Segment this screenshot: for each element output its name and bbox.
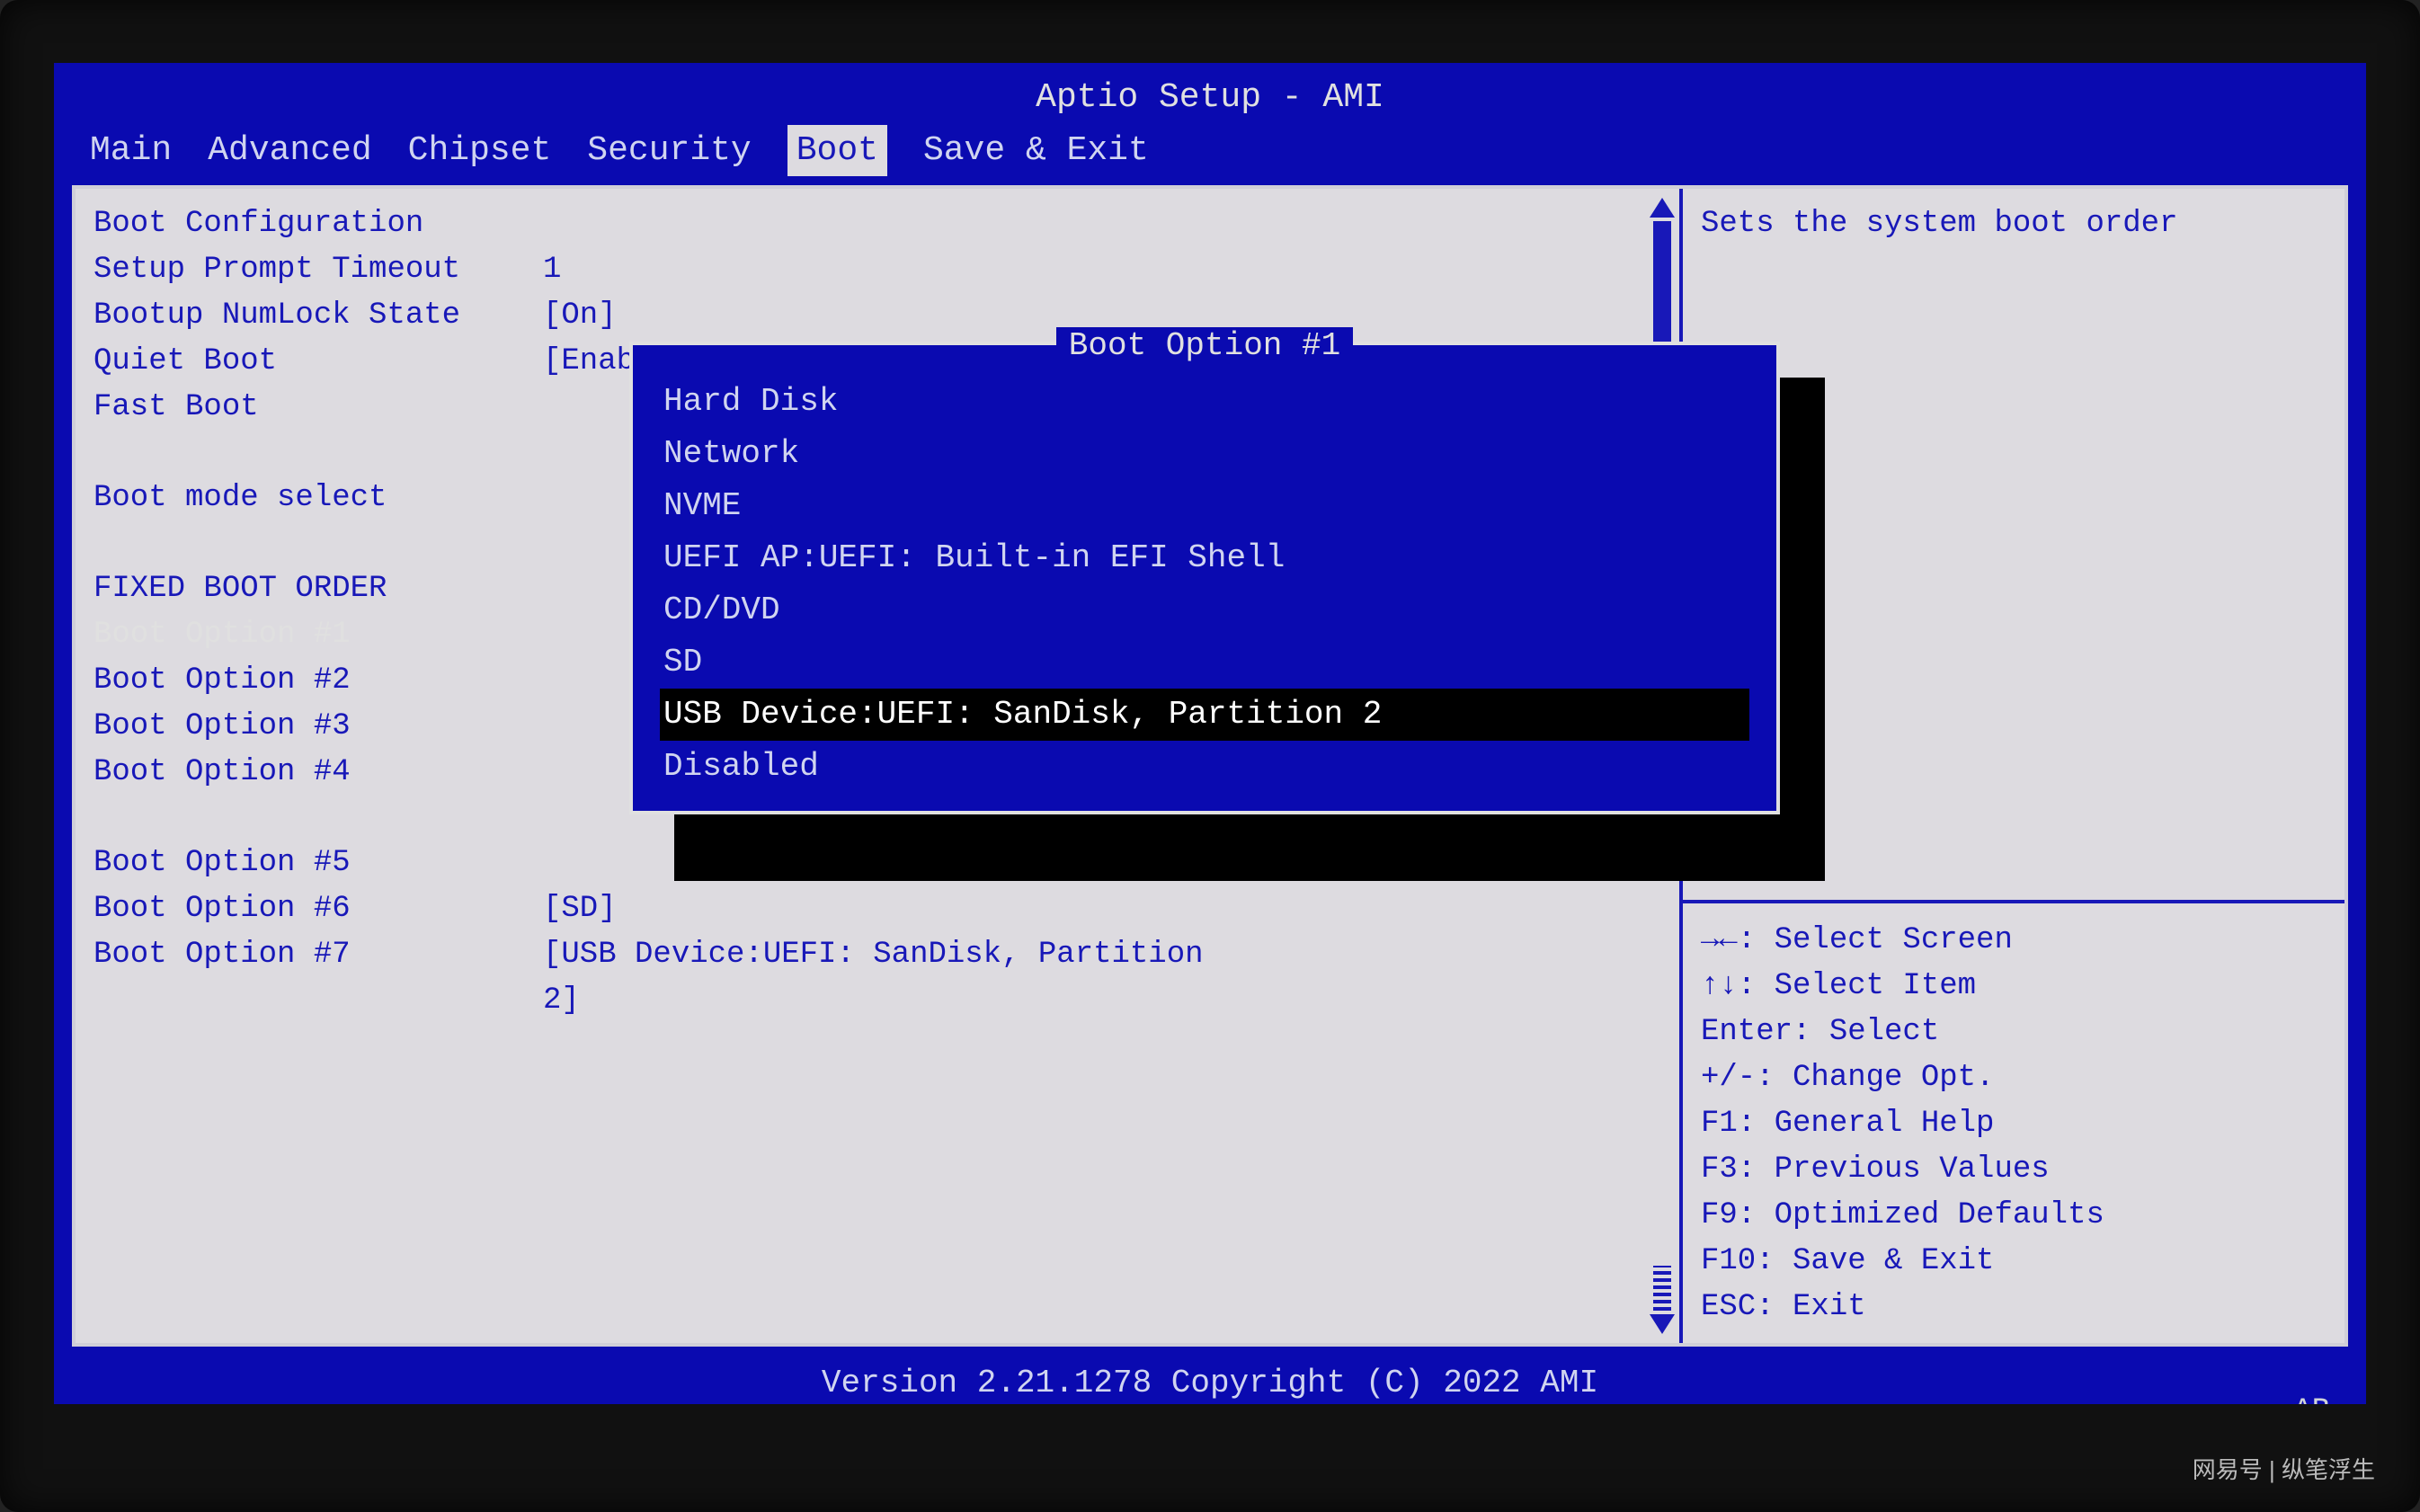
nav-help: →←: Select Screen ↑↓: Select Item Enter:… [1701, 918, 2327, 1330]
monitor-bezel: Aptio Setup - AMI Main Advanced Chipset … [0, 0, 2420, 1512]
menu-boot[interactable]: Boot [787, 125, 887, 176]
nav-save-exit: F10: Save & Exit [1701, 1239, 2327, 1285]
nav-previous-values: F3: Previous Values [1701, 1147, 2327, 1193]
popup-option-uefi-ap[interactable]: UEFI AP:UEFI: Built-in EFI Shell [660, 532, 1749, 584]
nav-select-item: ↑↓: Select Item [1701, 964, 2327, 1009]
menu-advanced[interactable]: Advanced [208, 125, 371, 176]
quiet-boot-label: Quiet Boot [93, 339, 543, 385]
nav-select-screen: →←: Select Screen [1701, 918, 2327, 964]
menu-chipset[interactable]: Chipset [408, 125, 552, 176]
boot-option-6-row[interactable]: Boot Option #6 [SD] [93, 886, 1661, 932]
nav-esc-exit: ESC: Exit [1701, 1285, 2327, 1330]
menu-main[interactable]: Main [90, 125, 172, 176]
menu-security[interactable]: Security [587, 125, 751, 176]
help-separator [1683, 900, 2344, 903]
popup-option-nvme[interactable]: NVME [660, 480, 1749, 532]
boot-option-5-label: Boot Option #5 [93, 840, 543, 886]
boot-option-6-value: [SD] [543, 886, 617, 932]
popup-option-usb-device[interactable]: USB Device:UEFI: SanDisk, Partition 2 [660, 689, 1749, 741]
boot-option-1-label: Boot Option #1 [93, 612, 543, 658]
arrow-down-icon [1650, 1314, 1675, 1334]
scroll-down-indicator [1650, 1266, 1674, 1334]
popup-option-hard-disk[interactable]: Hard Disk [660, 376, 1749, 428]
boot-option-popup: Boot Option #1 Hard Disk Network NVME UE… [629, 342, 1780, 814]
bootup-numlock-value: [On] [543, 293, 617, 339]
popup-option-disabled[interactable]: Disabled [660, 741, 1749, 793]
nav-enter-select: Enter: Select [1701, 1009, 2327, 1055]
arrow-up-icon [1650, 198, 1675, 218]
popup-option-sd[interactable]: SD [660, 636, 1749, 689]
boot-option-7-label: Boot Option #7 [93, 932, 543, 1024]
boot-config-header: Boot Configuration [93, 201, 1661, 247]
scroll-hatch [1653, 1266, 1671, 1311]
boot-option-2-label: Boot Option #2 [93, 658, 543, 704]
version-text: Version 2.21.1278 Copyright (C) 2022 AMI [822, 1365, 1598, 1401]
bios-screen: Aptio Setup - AMI Main Advanced Chipset … [54, 63, 2366, 1404]
nav-optimized-defaults: F9: Optimized Defaults [1701, 1193, 2327, 1239]
nav-change-opt: +/-: Change Opt. [1701, 1055, 2327, 1101]
boot-option-7-row[interactable]: Boot Option #7 [USB Device:UEFI: SanDisk… [93, 932, 1661, 1024]
setup-prompt-timeout-row[interactable]: Setup Prompt Timeout 1 [93, 247, 1661, 293]
boot-option-7-value: [USB Device:UEFI: SanDisk, Partition 2] [543, 932, 1226, 1024]
menu-bar: Main Advanced Chipset Security Boot Save… [54, 125, 2366, 185]
fast-boot-label: Fast Boot [93, 385, 543, 431]
nav-general-help: F1: General Help [1701, 1101, 2327, 1147]
bootup-numlock-label: Bootup NumLock State [93, 293, 543, 339]
ab-tag: AB [2293, 1389, 2330, 1404]
boot-option-3-label: Boot Option #3 [93, 704, 543, 750]
popup-title: Boot Option #1 [660, 322, 1749, 370]
setup-prompt-timeout-label: Setup Prompt Timeout [93, 247, 543, 293]
popup-option-cd-dvd[interactable]: CD/DVD [660, 584, 1749, 636]
boot-option-4-label: Boot Option #4 [93, 750, 543, 796]
boot-option-6-label: Boot Option #6 [93, 886, 543, 932]
bios-title: Aptio Setup - AMI [54, 63, 2366, 125]
watermark-text: 网易号 | 纵笔浮生 [2193, 1452, 2375, 1485]
menu-save-exit[interactable]: Save & Exit [923, 125, 1149, 176]
setup-prompt-timeout-value: 1 [543, 247, 561, 293]
popup-option-network[interactable]: Network [660, 428, 1749, 480]
boot-mode-select-label: Boot mode select [93, 476, 543, 521]
footer: Version 2.21.1278 Copyright (C) 2022 AMI… [54, 1347, 2366, 1404]
